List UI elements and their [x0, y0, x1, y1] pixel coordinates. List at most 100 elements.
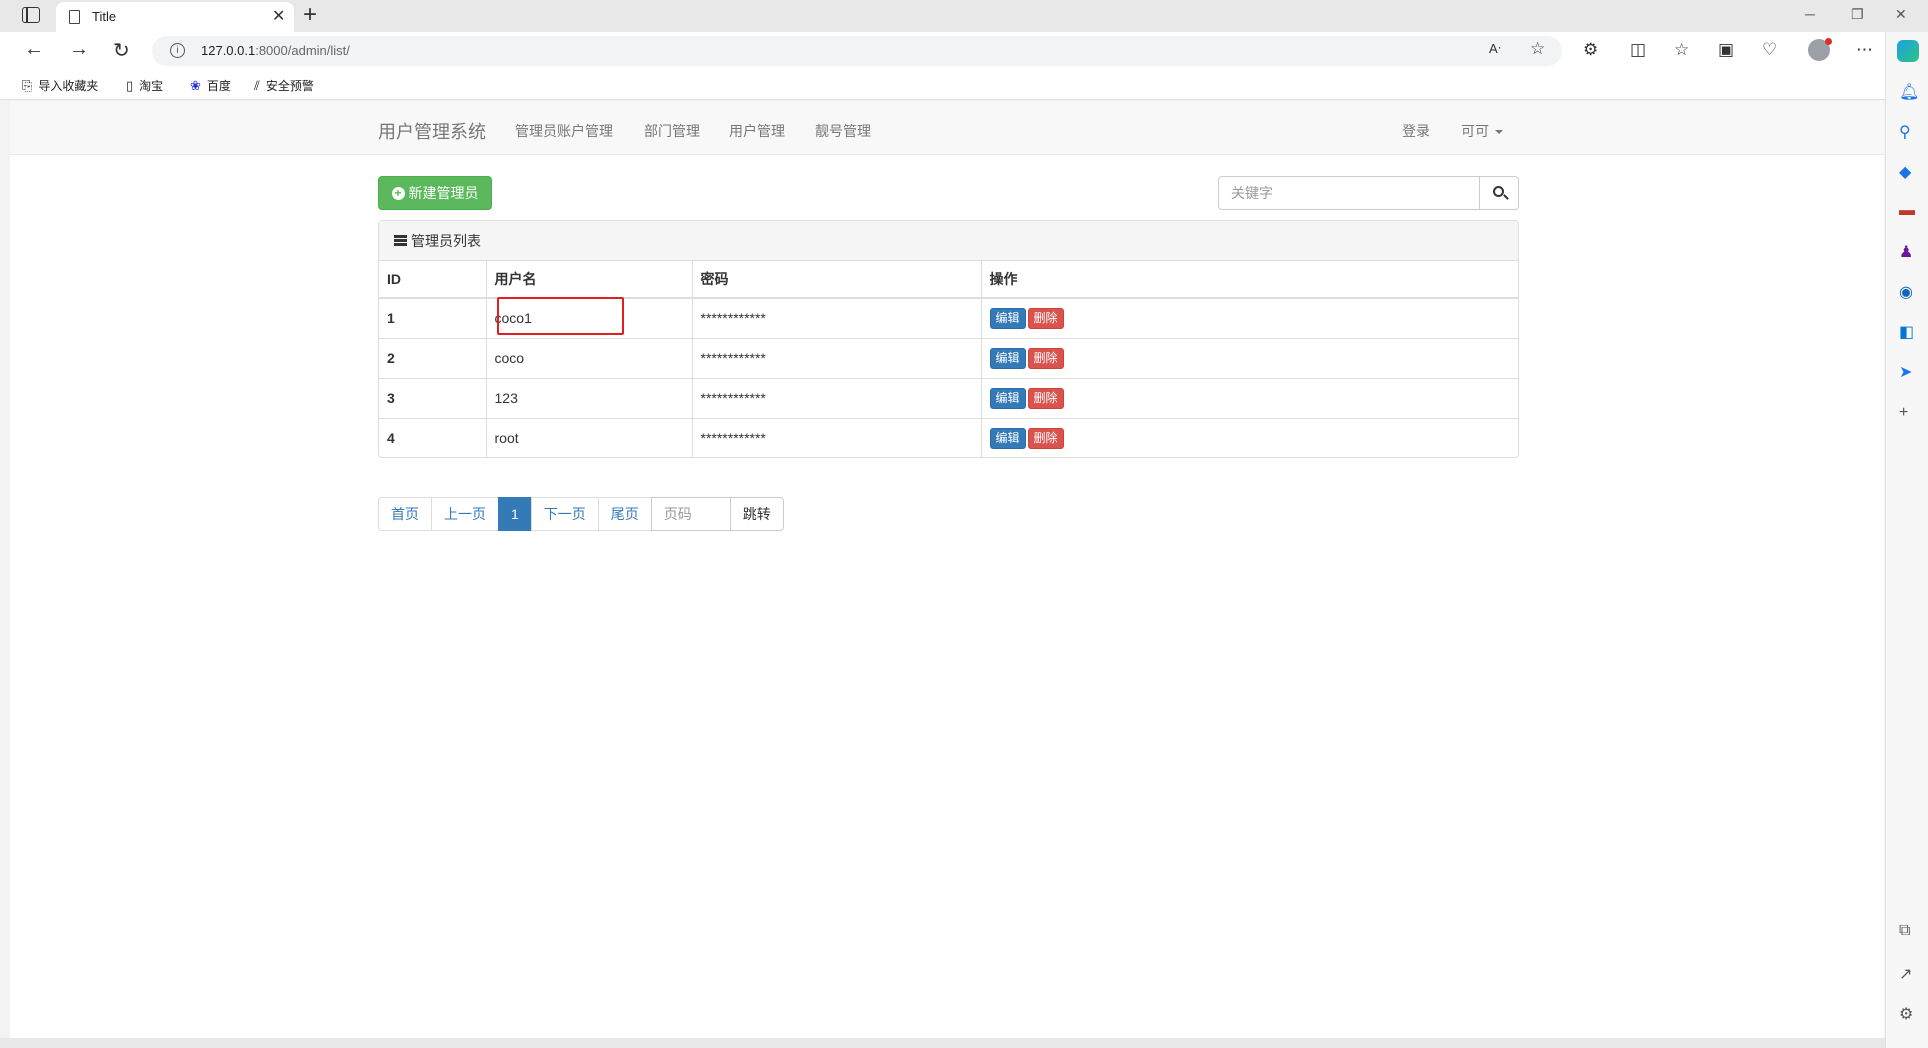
bookmarks-bar: ⎘ 导入收藏夹 ▯ 淘宝 ❀ 百度 ⫽ 安全预警	[0, 70, 1928, 100]
column-header-username: 用户名	[485, 261, 692, 299]
performance-icon[interactable]: ♡	[1762, 40, 1777, 60]
bookmark-label: 安全预警	[265, 79, 314, 93]
column-header-actions: 操作	[980, 261, 1518, 299]
extensions-icon[interactable]: ⚙	[1583, 40, 1598, 60]
panel-title: 管理员列表	[411, 232, 481, 249]
add-admin-button[interactable]: + 新建管理员	[378, 176, 492, 210]
import-favorites-icon: ⎘	[22, 77, 33, 93]
url-bar[interactable]: i 127.0.0.1:8000/admin/list/ Aᐧ ☆	[152, 36, 1562, 66]
table-row: 4 root ************ 编辑 删除	[379, 417, 1518, 458]
favorite-star-icon[interactable]: ☆	[1530, 39, 1545, 59]
panel-heading: 管理员列表	[379, 221, 1518, 261]
url-text[interactable]: 127.0.0.1:8000/admin/list/	[201, 43, 350, 58]
security-alert-icon: ⫽	[254, 77, 260, 93]
notification-bell-icon[interactable]: 🔔︎	[1899, 82, 1919, 102]
cell-username: coco	[485, 337, 692, 378]
nav-admin-accounts[interactable]: 管理员账户管理	[515, 121, 613, 141]
games-icon[interactable]: ♟	[1899, 242, 1913, 262]
site-brand[interactable]: 用户管理系统	[378, 118, 486, 144]
more-options-icon[interactable]: ⋯	[1856, 40, 1873, 60]
add-admin-label: 新建管理员	[408, 185, 479, 201]
cell-id: 1	[379, 297, 486, 338]
shopping-tag-icon[interactable]: ◆	[1899, 162, 1911, 182]
plus-circle-icon: +	[391, 186, 405, 200]
bookmark-security-alert[interactable]: ⫽ 安全预警	[254, 77, 314, 94]
cell-actions: 编辑 删除	[980, 337, 1518, 378]
delete-button[interactable]: 删除	[1027, 307, 1064, 329]
nav-departments[interactable]: 部门管理	[644, 121, 700, 141]
tab-actions-icon[interactable]	[22, 7, 40, 23]
refresh-icon[interactable]: ↻	[113, 38, 130, 63]
tools-icon[interactable]: ▬	[1899, 202, 1915, 220]
delete-button[interactable]: 删除	[1027, 427, 1064, 449]
user-dropdown[interactable]: 可可	[1461, 121, 1503, 141]
cell-username: coco1	[485, 297, 692, 338]
send-icon[interactable]: ➤	[1899, 362, 1912, 382]
table-row: 1 coco1 ************ 编辑 删除	[379, 297, 1518, 338]
admin-table: ID 用户名 密码 操作 1 coco1 ************ 编辑 删除 2	[379, 261, 1518, 458]
page-next[interactable]: 下一页	[530, 497, 599, 531]
tab-close-icon[interactable]: ✕	[272, 6, 285, 26]
delete-button[interactable]: 删除	[1027, 387, 1064, 409]
info-icon[interactable]: i	[170, 43, 185, 58]
list-icon	[394, 235, 407, 246]
bookmark-taobao[interactable]: ▯ 淘宝	[126, 77, 163, 94]
settings-gear-icon[interactable]: ⚙	[1899, 1004, 1913, 1024]
delete-button[interactable]: 删除	[1027, 347, 1064, 369]
cell-username: 123	[485, 377, 692, 418]
edit-button[interactable]: 编辑	[989, 427, 1026, 449]
window-bottom-edge	[0, 1038, 1885, 1048]
page-viewport: 用户管理系统 管理员账户管理 部门管理 用户管理 靓号管理 登录 可可 + 新建…	[10, 101, 1884, 1038]
cell-password: ************	[691, 297, 981, 338]
cell-actions: 编辑 删除	[980, 297, 1518, 338]
split-screen-icon[interactable]: ◫	[1630, 40, 1646, 60]
open-external-icon[interactable]: ↗	[1899, 964, 1912, 984]
back-arrow-icon[interactable]: ←	[24, 38, 44, 61]
page-jump-button[interactable]: 跳转	[729, 497, 784, 531]
page-icon: ▯	[126, 77, 134, 93]
page-number-input[interactable]	[650, 497, 731, 531]
cell-password: ************	[691, 417, 981, 458]
search-input[interactable]	[1218, 176, 1480, 210]
caret-down-icon	[1495, 130, 1503, 135]
search-sidebar-icon[interactable]: ⚲	[1899, 122, 1911, 142]
bookmark-import-favorites[interactable]: ⎘ 导入收藏夹	[22, 77, 98, 94]
table-row: 2 coco ************ 编辑 删除	[379, 337, 1518, 378]
outlook-icon[interactable]: ◧	[1899, 322, 1914, 342]
page-first[interactable]: 首页	[378, 497, 432, 531]
page-last[interactable]: 尾页	[597, 497, 652, 531]
browser-tab[interactable]: Title ✕	[56, 2, 294, 32]
page-prev[interactable]: 上一页	[431, 497, 499, 531]
minimize-icon[interactable]: ─	[1805, 6, 1815, 22]
new-tab-icon[interactable]: +	[303, 1, 317, 29]
microsoft365-icon[interactable]: ◉	[1899, 282, 1913, 302]
cell-actions: 编辑 删除	[980, 417, 1518, 458]
copilot-icon[interactable]	[1897, 40, 1919, 62]
baidu-paw-icon: ❀	[190, 77, 201, 93]
favorites-icon[interactable]: ☆	[1674, 40, 1689, 60]
forward-arrow-icon[interactable]: →	[69, 38, 89, 61]
column-header-id: ID	[379, 261, 486, 299]
collections-icon[interactable]: ▣	[1718, 40, 1734, 60]
cell-id: 3	[379, 377, 486, 418]
search-button[interactable]	[1479, 176, 1519, 210]
page-current[interactable]: 1	[498, 497, 532, 531]
bookmark-baidu[interactable]: ❀ 百度	[190, 77, 231, 94]
edit-button[interactable]: 编辑	[989, 347, 1026, 369]
edit-button[interactable]: 编辑	[989, 387, 1026, 409]
site-navbar: 用户管理系统 管理员账户管理 部门管理 用户管理 靓号管理 登录 可可	[10, 101, 1884, 155]
nav-users[interactable]: 用户管理	[729, 121, 785, 141]
column-header-password: 密码	[691, 261, 981, 299]
edge-sidebar: 🔔︎ ⚲ ◆ ▬ ♟ ◉ ◧ ➤ + ⧉ ↗ ⚙	[1885, 32, 1928, 1048]
restore-icon[interactable]: ❐	[1851, 6, 1864, 23]
edit-button[interactable]: 编辑	[989, 307, 1026, 329]
profile-avatar[interactable]	[1808, 38, 1832, 61]
nav-login[interactable]: 登录	[1402, 121, 1430, 141]
browser-tab-bar: Title ✕ + ─ ❐ ✕	[0, 0, 1928, 32]
screenshot-icon[interactable]: ⧉	[1899, 922, 1910, 940]
window-close-icon[interactable]: ✕	[1895, 6, 1907, 23]
read-aloud-icon[interactable]: Aᐧ	[1489, 41, 1501, 57]
bookmark-label: 导入收藏夹	[38, 79, 99, 93]
nav-pretty-numbers[interactable]: 靓号管理	[815, 121, 871, 141]
add-sidebar-icon[interactable]: +	[1899, 404, 1908, 422]
